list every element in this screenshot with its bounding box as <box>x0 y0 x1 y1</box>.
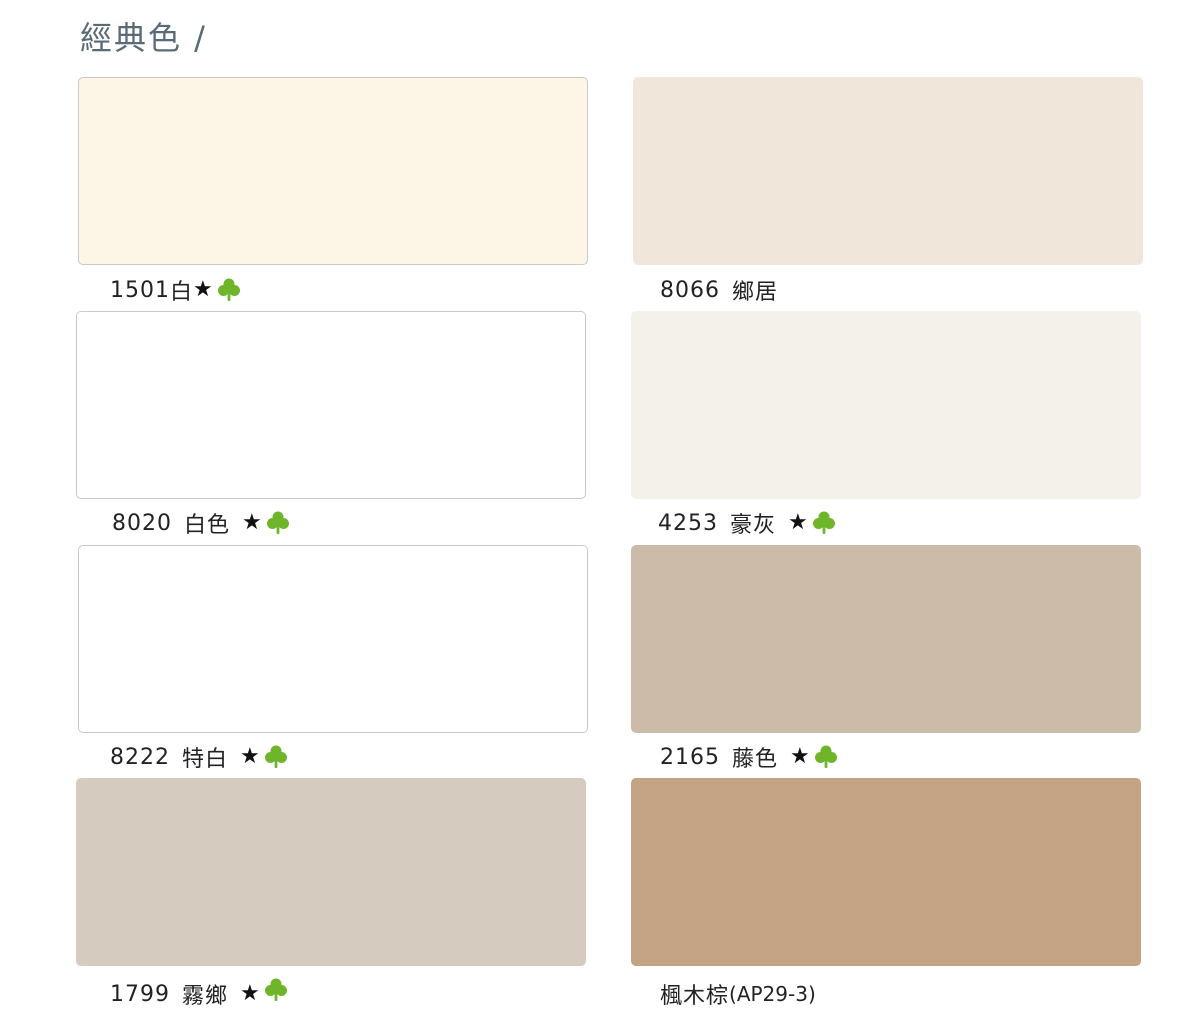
star-icon: ★ <box>788 510 809 535</box>
color-swatch-4253[interactable] <box>631 311 1141 499</box>
star-icon: ★ <box>790 744 811 769</box>
color-swatch-maple-brown[interactable] <box>631 778 1141 966</box>
swatch-name: 藤色 <box>732 747 779 772</box>
swatch-code: 1501 <box>110 277 170 303</box>
swatch-name: 特白 <box>182 747 229 772</box>
swatch-name: 霧鄉 <box>182 984 229 1009</box>
color-swatch-2165[interactable] <box>631 545 1141 733</box>
swatch-code: 4253 <box>658 510 718 536</box>
swatch-code: 1799 <box>110 981 170 1007</box>
swatch-code: 2165 <box>660 744 720 770</box>
swatch-name: 豪灰 <box>730 513 777 538</box>
swatch-caption-8066: 8066 鄉居 <box>660 275 779 306</box>
color-swatch-1501[interactable] <box>78 77 588 265</box>
swatch-caption-8020: 8020 白色 ★ <box>112 508 289 538</box>
swatch-caption-1501: 1501 白 ★ <box>110 275 240 305</box>
color-swatch-8020[interactable] <box>76 311 586 499</box>
swatch-caption-2165: 2165 藤色 ★ <box>660 742 837 772</box>
clover-icon <box>264 745 287 769</box>
color-swatch-1799[interactable] <box>76 778 586 966</box>
swatch-name: 鄉居 <box>732 280 779 305</box>
swatch-code: 8020 <box>112 510 172 536</box>
star-icon: ★ <box>240 744 261 769</box>
star-icon: ★ <box>193 277 214 302</box>
star-icon: ★ <box>242 510 263 535</box>
swatch-caption-maple-brown: 楓木棕 (AP29-3) <box>660 979 816 1009</box>
clover-icon <box>812 511 835 535</box>
swatch-caption-1799: 1799 霧鄉 ★ <box>110 978 287 1009</box>
page-title: 經典色 / <box>80 19 207 57</box>
color-swatch-8066[interactable] <box>633 77 1143 265</box>
clover-icon <box>217 278 240 302</box>
swatch-caption-4253: 4253 豪灰 ★ <box>658 508 835 538</box>
swatch-code: 8066 <box>660 277 720 303</box>
clover-icon <box>814 745 837 769</box>
swatch-caption-8222: 8222 特白 ★ <box>110 742 287 772</box>
clover-icon <box>264 978 287 1002</box>
swatch-name: 楓木棕 <box>660 984 730 1009</box>
clover-icon <box>266 511 289 535</box>
swatch-code: 8222 <box>110 744 170 770</box>
swatch-code-suffix: (AP29-3) <box>729 982 816 1006</box>
star-icon: ★ <box>240 981 261 1006</box>
color-swatch-8222[interactable] <box>78 545 588 733</box>
swatch-name: 白 <box>170 280 194 305</box>
swatch-name: 白色 <box>184 513 231 538</box>
